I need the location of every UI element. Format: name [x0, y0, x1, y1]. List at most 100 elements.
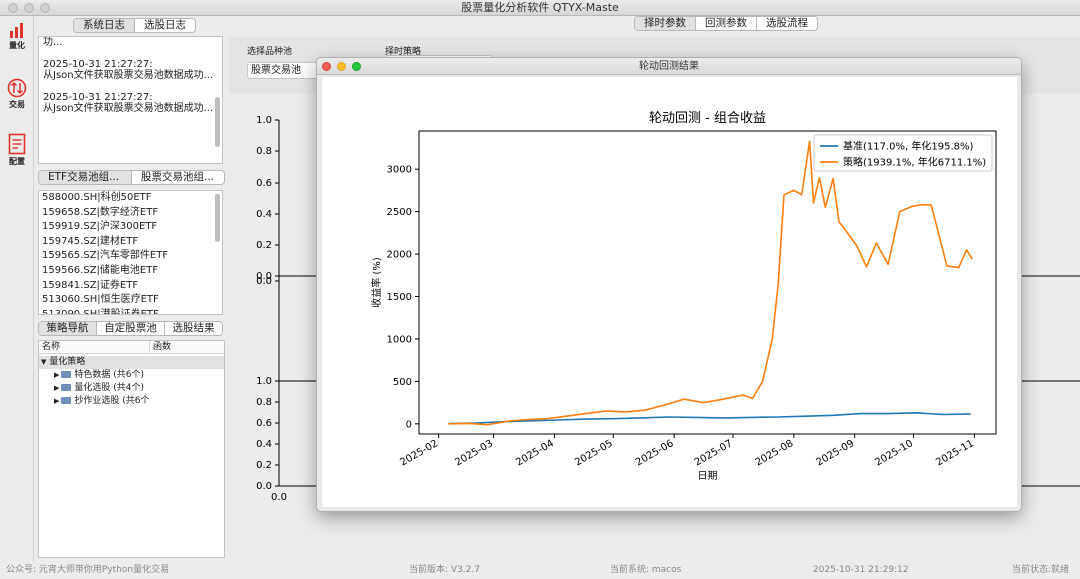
modal-minimize-button[interactable]: [337, 62, 346, 71]
x-tick-label: 2025-03: [453, 438, 495, 468]
status-state: 当前状态:就绪: [1012, 565, 1070, 575]
y-tick-label: 2500: [387, 207, 412, 218]
bar-chart-icon: [10, 23, 23, 38]
log-panel[interactable]: 功... 2025-10-31 21:27:27: 从Json文件获取股票交易池数据…: [38, 36, 223, 164]
x-tick-label: 2025-10: [873, 438, 915, 468]
main-toolbar: 量化 交易 配置: [0, 16, 34, 562]
y-tick-label: 2000: [387, 250, 412, 261]
pool-list-item[interactable]: 159745.SZ|建材ETF: [39, 235, 222, 250]
tree-item[interactable]: ▶ 抄作业选股 (共6个: [39, 395, 224, 408]
tab-etf-pool[interactable]: ETF交易池组...: [39, 171, 132, 184]
nav-tabs: 策略导航 自定股票池 选股结果: [38, 321, 223, 336]
pool-list-item[interactable]: 159565.SZ|汽车零部件ETF: [39, 249, 222, 264]
pool-select-label: 选择品种池: [247, 47, 293, 57]
close-window-button[interactable]: [8, 3, 18, 13]
y-tick-label: 0: [406, 419, 412, 430]
bg-tick-label: 0.6: [256, 178, 272, 189]
log-entry: 2025-10-31 21:27:27: 从Json文件获取股票交易池数据成功..…: [39, 59, 222, 82]
pool-list-item[interactable]: 513090.SH|港股证券ETF: [39, 308, 222, 314]
bg-tick-label: 0.2: [256, 460, 272, 471]
status-system: 当前系统: macos: [610, 565, 682, 575]
tree-item[interactable]: ▶ 特色数据 (共6个): [39, 369, 224, 382]
strategy-tree[interactable]: 名称 函数 ▼ 量化策略 ▶ 特色数据 (共6个) ▶ 量化选股 (共4个) ▶ 抄作业选…: [38, 340, 225, 558]
pool-scrollbar[interactable]: [215, 194, 220, 242]
bg-x-tick-label: 0.0: [271, 492, 287, 503]
bg-tick-label: 0.0: [256, 481, 272, 492]
pool-list-item[interactable]: 588000.SH|科创50ETF: [39, 191, 222, 206]
log-entry: 2025-10-31 21:27:27: 从Json文件获取股票交易池数据成功..…: [39, 92, 222, 115]
log-tabs: 系统日志 选股日志: [73, 18, 196, 33]
toolbar-trade-label: 交易: [9, 100, 25, 109]
pool-list-item[interactable]: 159566.SZ|储能电池ETF: [39, 264, 222, 279]
series-line-1: [448, 140, 974, 426]
tree-col-func: 函数: [153, 342, 172, 352]
tab-pick-flow[interactable]: 选股流程: [757, 17, 817, 30]
bg-tick-label: 0.8: [256, 146, 272, 157]
x-tick-label: 2025-06: [634, 438, 676, 468]
toolbar-quant[interactable]: 量化: [1, 22, 33, 51]
tab-timing-params[interactable]: 择时参数: [635, 17, 696, 30]
status-version: 当前版本: V3.2.7: [409, 565, 480, 575]
y-tick-label: 3000: [387, 165, 412, 176]
window-title: 股票量化分析软件 QTYX-Maste: [461, 1, 619, 14]
x-tick-label: 2025-08: [754, 438, 796, 468]
tab-backtest-params[interactable]: 回测参数: [696, 17, 757, 30]
toolbar-config[interactable]: 配置: [1, 133, 33, 167]
pool-list-item[interactable]: 513060.SH|恒生医疗ETF: [39, 293, 222, 308]
toolbar-trade[interactable]: 交易: [1, 78, 33, 110]
x-tick-label: 2025-07: [693, 438, 735, 468]
tab-system-log[interactable]: 系统日志: [74, 19, 135, 32]
log-scrollbar[interactable]: [215, 97, 220, 147]
window-titlebar: 股票量化分析软件 QTYX-Maste: [0, 0, 1080, 16]
pool-list-item[interactable]: 159658.SZ|数字经济ETF: [39, 206, 222, 221]
tab-custom-pool[interactable]: 自定股票池: [97, 322, 165, 335]
bg-tick-label: 0.6: [256, 418, 272, 429]
tab-pick-log[interactable]: 选股日志: [135, 19, 195, 32]
tree-col-name: 名称: [39, 341, 150, 353]
log-entry-time: 2025-10-31 21:27:27:: [43, 91, 153, 103]
modal-close-button[interactable]: [322, 62, 331, 71]
collapsed-arrow-icon: ▶: [54, 397, 60, 405]
x-tick-label: 2025-09: [814, 438, 856, 468]
x-tick-label: 2025-04: [514, 438, 556, 468]
pool-tabs: ETF交易池组... 股票交易池组...: [38, 170, 225, 185]
document-icon: [8, 133, 26, 155]
log-entry-text: 从Json文件获取股票交易池数据成功...: [43, 103, 214, 114]
window-controls: [8, 3, 50, 13]
legend-label: 策略(1939.1%, 年化6711.1%): [843, 156, 986, 169]
pool-list-item[interactable]: 159841.SZ|证券ETF: [39, 279, 222, 294]
maximize-window-button[interactable]: [40, 3, 50, 13]
pool-list[interactable]: 588000.SH|科创50ETF 159658.SZ|数字经济ETF 159919…: [38, 190, 223, 315]
tree-root[interactable]: ▼ 量化策略: [39, 356, 224, 369]
log-entry-text: 从Json文件获取股票交易池数据成功...: [43, 70, 214, 81]
legend-label: 基准(117.0%, 年化195.8%): [843, 140, 974, 153]
tree-item-label: 抄作业选股 (共6个: [74, 396, 150, 406]
status-bar: 公众号: 元宵大师带你用Python量化交易 当前版本: V3.2.7 当前系统…: [0, 562, 1080, 579]
folder-icon: [61, 384, 72, 391]
folder-icon: [61, 397, 72, 404]
chart-canvas: 轮动回测 - 组合收益 0 500 1000 1500 2000 2500 3000 2025-…: [322, 77, 1017, 507]
status-author: 公众号: 元宵大师带你用Python量化交易: [6, 565, 170, 575]
bg-tick-label: 0.2: [256, 240, 272, 251]
exchange-icon: [7, 78, 27, 98]
folder-icon: [61, 371, 72, 378]
tree-item[interactable]: ▶ 量化选股 (共4个): [39, 382, 224, 395]
expanded-arrow-icon: ▼: [41, 358, 47, 366]
pool-select[interactable]: 股票交易池: [247, 62, 327, 79]
tab-strategy-nav[interactable]: 策略导航: [39, 322, 98, 335]
tab-pick-results[interactable]: 选股结果: [165, 322, 222, 335]
pool-list-item[interactable]: 159919.SZ|沪深300ETF: [39, 220, 222, 235]
bg-tick-label: 0.0: [256, 276, 272, 287]
log-entry-time: 2025-10-31 21:27:27:: [43, 58, 153, 70]
toolbar-config-label: 配置: [9, 157, 25, 166]
modal-titlebar: 轮动回测结果: [317, 58, 1021, 75]
tab-stock-pool[interactable]: 股票交易池组...: [132, 171, 224, 184]
minimize-window-button[interactable]: [24, 3, 34, 13]
collapsed-arrow-icon: ▶: [54, 384, 60, 392]
series-line-0: [448, 411, 971, 425]
bg-tick-label: 0.4: [256, 439, 272, 450]
backtest-result-window: 轮动回测结果 轮动回测 - 组合收益 0 500 1000 1500 2000 2500 30…: [316, 57, 1022, 512]
chart-title: 轮动回测 - 组合收益: [649, 111, 766, 126]
chart-legend: 基准(117.0%, 年化195.8%) 策略(1939.1%, 年化6711.1…: [813, 134, 993, 172]
modal-maximize-button[interactable]: [352, 62, 361, 71]
